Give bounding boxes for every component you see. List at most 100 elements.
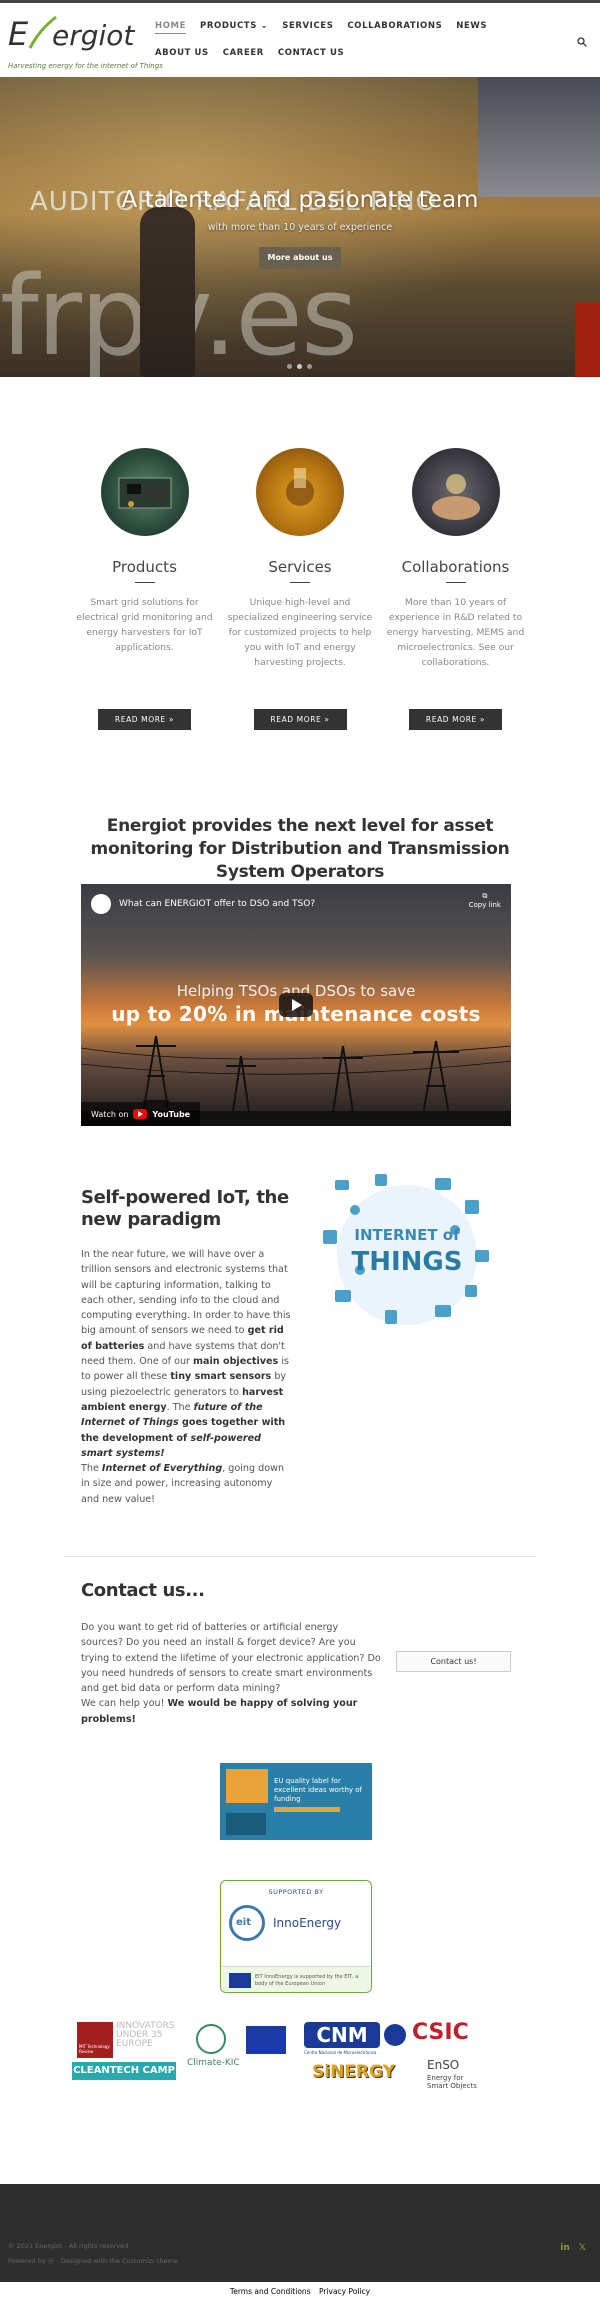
contact-body: Do you want to get rid of batteries or a… [81, 1622, 381, 1725]
feature-collaborations: Collaborations More than 10 years of exp… [383, 448, 528, 730]
designed-with-text[interactable]: Powered by ⓦ - Designed with the Customi… [8, 2255, 178, 2265]
legal-links: Terms and Conditions Privacy Policy [0, 2287, 600, 2296]
youtube-video-embed[interactable]: What can ENERGIOT offer to DSO and TSO? … [81, 884, 511, 1126]
nav-news[interactable]: NEWS [456, 21, 487, 34]
title-rule [445, 582, 466, 583]
feature-description: Unique high-level and specialized engine… [227, 597, 373, 668]
twitter-icon[interactable]: 𝕏 [579, 2243, 586, 2253]
featured-pages: Products Smart grid solutions for electr… [72, 448, 528, 730]
read-more-button[interactable]: READ MORE » [409, 709, 502, 730]
linkedin-icon[interactable]: in [560, 2243, 570, 2253]
title-rule [290, 582, 310, 583]
svg-text:E: E [8, 15, 29, 53]
iot-label-2: THINGS [352, 1247, 463, 1277]
nav-about-us[interactable]: ABOUT US [155, 48, 209, 58]
video-title[interactable]: What can ENERGIOT offer to DSO and TSO? [119, 899, 315, 909]
copy-link-button[interactable]: ⧉ Copy link [469, 892, 501, 909]
internet-of-things-illustration: INTERNET of THINGS [323, 1174, 489, 1325]
imb-logo[interactable] [384, 2024, 406, 2046]
contact-title: Contact us... [81, 1580, 205, 1601]
innoenergy-footnote: EIT InnoEnergy is supported by the EIT, … [255, 1974, 359, 1987]
eit-logo-icon: eit [229, 1905, 265, 1941]
hero-screen-decoration [478, 77, 600, 197]
csic-logo[interactable]: CSIC [412, 2020, 469, 2045]
nav-contact-us[interactable]: CONTACT US [278, 48, 344, 58]
eu-quality-label-badge[interactable]: EU quality label for excellent ideas wor… [220, 1763, 372, 1840]
climate-kic-logo[interactable]: Climate-KIC [187, 2058, 240, 2068]
feature-title[interactable]: Services [228, 558, 373, 576]
copy-icon: ⧉ [482, 892, 488, 900]
innoenergy-badge[interactable]: SUPPORTED BY eit InnoEnergy EIT InnoEner… [220, 1880, 372, 1993]
sinergy-logo[interactable]: SiNERGY [312, 2062, 395, 2082]
nav-home[interactable]: HOME [155, 21, 187, 34]
main-nav: HOME PRODUCTS ⌄ SERVICES COLLABORATIONS … [155, 21, 555, 58]
nav-collaborations[interactable]: COLLABORATIONS [347, 21, 442, 34]
innoenergy-name: InnoEnergy [273, 1916, 342, 1930]
feature-services: Services Unique high-level and specializ… [227, 448, 373, 730]
feature-title[interactable]: Products [72, 558, 217, 576]
terms-link[interactable]: Terms and Conditions [230, 2287, 311, 2296]
nav-services[interactable]: SERVICES [282, 21, 333, 34]
mit-technology-review-logo[interactable]: MIT Technology Review [77, 2022, 113, 2058]
slider-dots [287, 364, 312, 369]
enso-subtitle: Energy for Smart Objects [427, 2074, 477, 2090]
cnm-subtitle: Centro Nacional de Microelectrónica [304, 2050, 377, 2055]
read-more-button[interactable]: READ MORE » [253, 709, 347, 730]
privacy-link[interactable]: Privacy Policy [319, 2287, 370, 2296]
enso-logo[interactable]: EnSO [427, 2058, 459, 2072]
slider-dot-active[interactable] [297, 364, 302, 369]
innoenergy-footer: EIT InnoEnergy is supported by the EIT, … [221, 1966, 371, 1992]
tagline: Harvesting energy for the internet of Th… [8, 62, 163, 70]
copyright-text: © 2021 Energiot - All rights reserved [8, 2242, 129, 2250]
services-image[interactable] [256, 448, 344, 536]
eu-flag-logo[interactable] [246, 2026, 286, 2054]
read-more-button[interactable]: READ MORE » [98, 709, 191, 730]
feature-description: Smart grid solutions for electrical grid… [76, 597, 213, 653]
innovators-under-35-logo[interactable]: INNOVATORS UNDER 35 EUROPE [116, 2022, 186, 2049]
video-header: What can ENERGIOT offer to DSO and TSO? [91, 894, 315, 914]
collaborations-image[interactable] [411, 448, 500, 536]
eit-logo-text: eit [236, 1917, 251, 1928]
nav-products[interactable]: PRODUCTS ⌄ [200, 21, 268, 34]
section-headline: Energiot provides the next level for ass… [90, 816, 510, 882]
youtube-icon [133, 1109, 148, 1119]
more-about-us-button[interactable]: More about us [259, 247, 341, 269]
youtube-wordmark: YouTube [152, 1109, 191, 1119]
watch-on-label: Watch on [91, 1109, 129, 1119]
search-icon[interactable] [577, 37, 587, 47]
selfpowered-title: Self-powered IoT, the new paradigm [81, 1187, 289, 1230]
section-divider [64, 1556, 536, 1557]
feature-description: More than 10 years of experience in R&D … [386, 597, 525, 668]
cleantech-camp-logo[interactable]: CLEANTECH CAMP [72, 2062, 176, 2080]
nav-career[interactable]: CAREER [223, 48, 264, 58]
channel-avatar[interactable] [91, 894, 111, 914]
hero-subtitle: with more than 10 years of experience [207, 222, 393, 233]
eu-flag-icon [226, 1813, 266, 1835]
watch-on-youtube[interactable]: Watch on YouTube [81, 1102, 201, 1126]
seal-of-excellence-icon [226, 1769, 268, 1803]
social-links: in 𝕏 [560, 2243, 586, 2253]
supported-by-label: SUPPORTED BY [268, 1888, 324, 1896]
nav-products-label: PRODUCTS [200, 21, 257, 31]
contact-us-button[interactable]: Contact us! [396, 1651, 511, 1672]
copy-link-label: Copy link [468, 901, 501, 909]
eu-label-strip [274, 1807, 340, 1812]
slider-dot[interactable] [287, 364, 292, 369]
eu-label-text: EU quality label for excellent ideas wor… [274, 1777, 362, 1803]
site-header: E ergiot Harvesting energy for the inter… [0, 0, 600, 77]
slider-dot[interactable] [307, 364, 312, 369]
iot-label-1: INTERNET of [354, 1226, 460, 1244]
play-icon[interactable] [279, 993, 313, 1017]
hero-slider: AUDITORIO RAFAEL DEL PINO frpv.es A tale… [0, 77, 600, 377]
energiot-logo[interactable]: E ergiot [8, 13, 148, 55]
selfpowered-body: In the near future, we will have over a … [81, 1249, 291, 1505]
climate-kic-eit-icon [196, 2024, 226, 2054]
logo-wordmark: ergiot [52, 19, 135, 52]
chevron-down-icon: ⌄ [260, 21, 269, 31]
feature-title[interactable]: Collaborations [383, 558, 528, 576]
cnm-logo[interactable]: CNM [304, 2022, 380, 2048]
hero-red-panel [575, 302, 600, 377]
mit-label: MIT Technology Review [79, 2044, 110, 2054]
hero-title: A talented and pasionate team [121, 187, 479, 213]
products-image[interactable] [100, 448, 189, 536]
